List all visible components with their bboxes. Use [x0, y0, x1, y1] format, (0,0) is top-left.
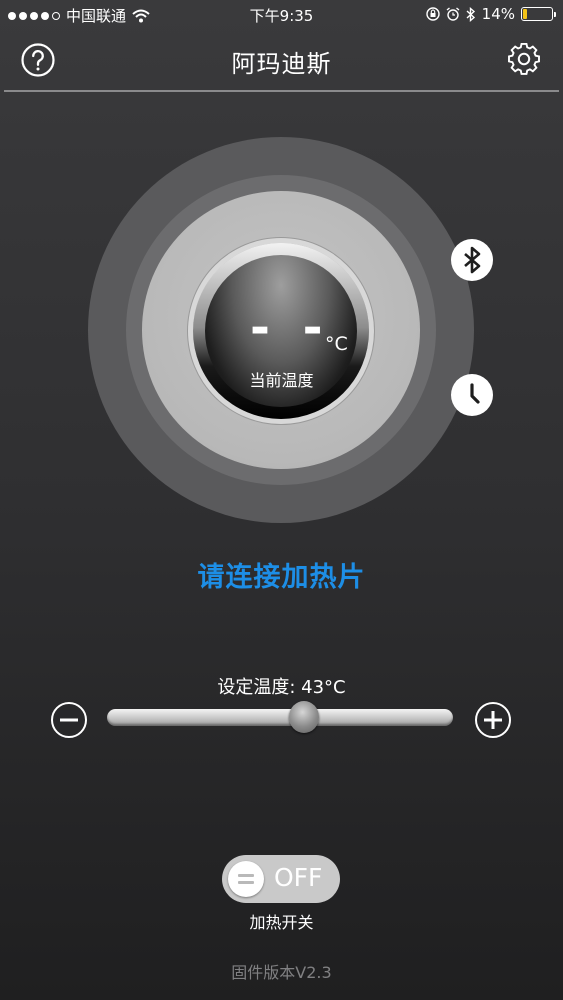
alarm-icon: [446, 7, 460, 21]
status-right: 14%: [425, 5, 556, 23]
bluetooth-status-icon: [466, 6, 475, 22]
set-temperature-label: 设定温度: 43°C: [217, 677, 346, 698]
current-temperature-value: - -: [250, 300, 331, 356]
battery-percent: 14%: [481, 5, 515, 23]
page-title: 阿玛迪斯: [231, 50, 332, 78]
heater-switch-label: 加热开关: [249, 913, 314, 932]
toggle-knob[interactable]: [228, 861, 264, 897]
status-bar: 中国联通 下午9:35 14%: [0, 0, 563, 30]
firmware-version: 固件版本V2.3: [231, 963, 332, 982]
increase-temperature-button[interactable]: [474, 701, 512, 739]
bluetooth-icon: [464, 246, 481, 274]
connect-heater-prompt[interactable]: 请连接加热片: [0, 555, 563, 594]
nav-bar: 阿玛迪斯: [0, 36, 563, 84]
bluetooth-button[interactable]: [451, 239, 493, 281]
timer-button[interactable]: [451, 374, 493, 416]
decrease-temperature-button[interactable]: [50, 701, 88, 739]
temperature-slider-track[interactable]: [107, 709, 453, 726]
nav-divider: [4, 90, 559, 92]
temperature-unit: °C: [325, 333, 348, 355]
heater-toggle-state: OFF: [274, 863, 323, 892]
battery-icon: [521, 7, 556, 21]
rotation-lock-icon: [425, 7, 440, 21]
clock-icon: [470, 383, 480, 404]
battery-level: [523, 9, 527, 19]
heater-toggle[interactable]: OFF: [222, 855, 340, 903]
gear-icon[interactable]: [507, 42, 541, 76]
temperature-slider-thumb[interactable]: [289, 701, 320, 733]
